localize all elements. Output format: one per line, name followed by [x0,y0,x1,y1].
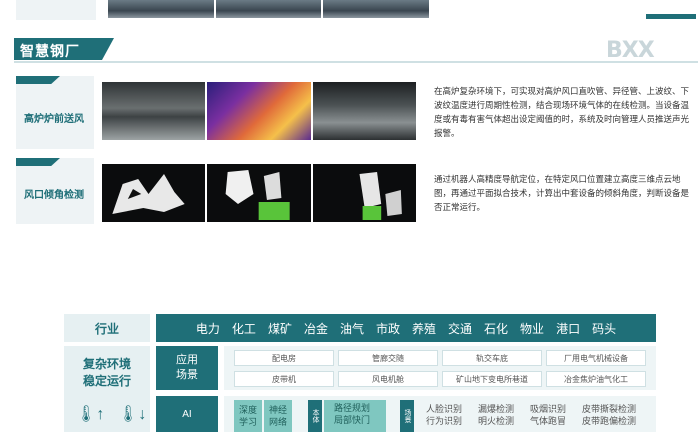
industry-item: 物业 [520,321,545,336]
detection-item: 皮带撕裂检测 [582,404,637,414]
brand-logo-watermark: BXX [606,38,655,63]
section-divider [14,61,698,63]
scene-label-cell: 应用 场景 [156,346,218,390]
furnace-detail-photo [312,82,416,140]
previous-label-box [16,0,96,20]
scene-tab: 场景 [400,400,414,432]
industry-item: 化工 [231,321,256,336]
detection-item: 行为识别 [426,416,463,426]
previous-photo-row [108,0,430,18]
detection-item: 吸烟识别 [530,404,567,414]
industry-item: 市政 [375,321,400,336]
industry-item: 石化 [484,321,509,336]
point-cloud-photo [102,164,206,222]
thermal-image-photo [207,82,311,140]
industry-item: 养殖 [412,321,437,336]
previous-accent-bar [646,14,696,19]
body-item: 路径规划 [334,403,371,413]
feature-description: 在高炉复杂环境下，可实现对高炉风口直吹管、异径管、上波纹、下波纹温度进行周期性检… [434,86,690,138]
industry-item: 煤矿 [267,321,292,336]
industry-item: 港口 [556,321,581,336]
industry-item: 油气 [339,321,364,336]
point-cloud-angle-photo [312,164,416,222]
industry-label-cell: 行业 [64,314,150,342]
scene-item: 配电房 [234,350,334,366]
industry-item: 交通 [448,321,473,336]
ai-cell-neural-network: 神经 网络 [264,400,292,432]
previous-photo [323,0,430,18]
detection-item: 明火检测 [478,416,515,426]
ai-label-cell: AI [156,396,218,432]
detection-item: 皮带跑偏检测 [582,416,637,426]
detection-item: 人脸识别 [426,404,463,414]
scene-item: 管廊交随 [338,350,438,366]
body-items-cell: 路径规划 局部快门 [324,400,386,432]
temperature-down-icon: 🌡↓ [118,406,147,423]
scene-item: 矿山地下变电所巷道 [442,371,542,387]
scene-item: 冶金焦炉油气化工 [546,371,646,387]
body-tab: 本体 [308,400,322,432]
previous-photo [108,0,214,18]
detection-item: 气体跑冒 [530,416,567,426]
previous-photo [215,0,322,18]
scene-item: 皮带机 [234,371,334,387]
feature-photo-row [102,164,416,222]
ai-cell-deep-learning: 深度 学习 [234,400,262,432]
temperature-up-icon: 🌡↑ [76,406,105,423]
industry-item: 码头 [592,321,617,336]
body-item: 局部快门 [334,415,371,425]
feature-description: 通过机器人高精度导航定位，在特定风口位置建立高度三维点云地图，再通过平面拟合技术… [434,174,690,212]
scene-item: 风电机舱 [338,371,438,387]
feature-label: 高炉炉前送风 [24,114,84,125]
feature-label: 风口倾角检测 [24,190,84,201]
point-cloud-plane-photo [207,164,311,222]
scene-item: 厂用电气机械设备 [546,350,646,366]
scene-item: 轨交车底 [442,350,542,366]
industry-list-cell: 电力 化工 煤矿 冶金 油气 市政 养殖 交通 石化 物业 港口 码头 [156,314,656,342]
detection-item: 漏爆检测 [478,404,515,414]
section-title: 智慧钢厂 [20,43,80,59]
industry-item: 冶金 [303,321,328,336]
feature-photo-row [102,82,416,140]
detection-grid: 人脸识别 漏爆检测 吸烟识别 皮带撕裂检测 行为识别 明火检测 气体跑冒 皮带跑… [426,403,652,427]
furnace-pipe-photo [102,82,206,140]
industry-item: 电力 [195,321,220,336]
